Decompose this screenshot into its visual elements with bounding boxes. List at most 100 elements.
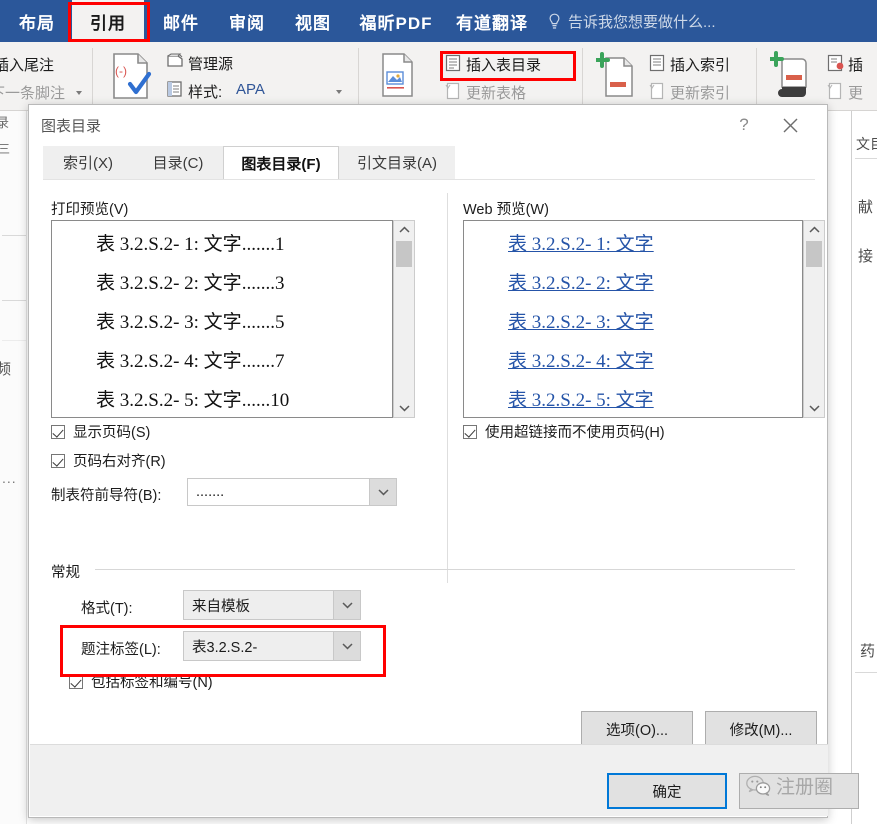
show-page-numbers-checkbox[interactable]: [51, 425, 65, 439]
ok-button[interactable]: 确定: [607, 773, 727, 809]
scroll-down-icon[interactable]: [804, 399, 824, 417]
ribbon-next-footnote[interactable]: 下一条脚注: [0, 82, 65, 103]
use-hyperlinks-row[interactable]: 使用超链接而不使用页码(H): [463, 421, 665, 442]
right-align-page-numbers-checkbox[interactable]: [51, 454, 65, 468]
scroll-down-icon[interactable]: [394, 399, 414, 417]
insert-citation-icon[interactable]: (-): [108, 51, 154, 101]
print-preview-line: 表 3.2.S.2- 1: 文字.......1: [52, 229, 392, 256]
ribbon-separator-3: [582, 48, 583, 104]
ribbon-update-index[interactable]: 更新索引: [670, 82, 730, 103]
tab-table-of-figures[interactable]: 图表目录(F): [223, 146, 339, 180]
print-entry-leader: .......: [242, 312, 275, 333]
ribbon-style-value[interactable]: APA: [236, 81, 265, 98]
ribbon-insert-table-of-figures[interactable]: 插入表目录: [466, 54, 541, 75]
print-preview-line: 表 3.2.S.2- 3: 文字.......5: [52, 307, 392, 334]
ribbon-tab-youdao[interactable]: 有道翻译: [448, 0, 536, 42]
print-entry-page: 3: [275, 273, 285, 294]
ribbon-insert-index[interactable]: 插入索引: [670, 54, 730, 75]
format-combo[interactable]: 来自模板: [183, 590, 361, 620]
manage-sources-icon[interactable]: [166, 52, 184, 69]
watermark: 注册圈: [746, 772, 833, 799]
ribbon-tab-foxit-pdf[interactable]: 福昕PDF: [350, 0, 442, 42]
format-dropdown-icon[interactable]: [333, 591, 360, 619]
ribbon-insert-endnote[interactable]: 插入尾注: [0, 54, 54, 75]
scroll-thumb[interactable]: [806, 241, 822, 267]
tab-leader-dropdown-icon[interactable]: [369, 479, 396, 505]
ribbon-insert-authorities[interactable]: 插: [848, 54, 863, 75]
next-footnote-caret-icon[interactable]: [76, 91, 82, 95]
bg-divider-right-1: [855, 158, 877, 159]
update-table-icon[interactable]: [444, 82, 462, 100]
tab-leader-combo[interactable]: .......: [187, 478, 397, 506]
web-preview-line[interactable]: 表 3.2.S.2- 5: 文字: [464, 385, 802, 412]
help-icon[interactable]: ?: [731, 113, 757, 137]
tab-toc[interactable]: 目录(C): [133, 146, 223, 179]
tell-me-box[interactable]: 告诉我您想要做什么...: [548, 0, 716, 42]
ribbon-tab-view[interactable]: 视图: [282, 0, 344, 42]
ribbon-manage-sources[interactable]: 管理源: [188, 53, 233, 74]
scroll-thumb[interactable]: [396, 241, 412, 267]
ribbon-separator-2: [358, 48, 359, 104]
print-preview-line: 表 3.2.S.2- 4: 文字.......7: [52, 346, 392, 373]
update-authorities-icon[interactable]: [826, 82, 844, 100]
web-entry-text[interactable]: 表 3.2.S.2- 3: 文字: [508, 312, 654, 333]
web-preview-line[interactable]: 表 3.2.S.2- 2: 文字: [464, 268, 802, 295]
ribbon-tab-layout[interactable]: 布局: [6, 0, 68, 42]
caption-label-combo[interactable]: 表3.2.S.2-: [183, 631, 361, 661]
wechat-icon: [746, 775, 772, 797]
ribbon-tab-references[interactable]: 引用: [72, 0, 144, 42]
insert-table-of-authorities-icon[interactable]: [826, 54, 844, 72]
web-entry-text[interactable]: 表 3.2.S.2- 4: 文字: [508, 351, 654, 372]
print-entry-page: 5: [275, 312, 285, 333]
general-group-title: 常规: [51, 561, 86, 582]
ribbon-style-label: 样式:: [188, 81, 222, 102]
modify-button[interactable]: 修改(M)...: [705, 711, 817, 747]
print-entry-leader: .......: [242, 273, 275, 294]
web-preview-line[interactable]: 表 3.2.S.2- 1: 文字: [464, 229, 802, 256]
ribbon-tab-review[interactable]: 审阅: [216, 0, 278, 42]
print-preview-line: 表 3.2.S.2- 5: 文字......10: [52, 385, 392, 412]
include-label-and-number-checkbox[interactable]: [69, 675, 83, 689]
scroll-up-icon[interactable]: [394, 221, 414, 239]
print-entry-leader: ......: [242, 390, 271, 411]
web-preview-box: 表 3.2.S.2- 1: 文字 表 3.2.S.2- 2: 文字 表 3.2.…: [463, 220, 803, 418]
right-align-page-numbers-row[interactable]: 页码右对齐(R): [51, 450, 166, 471]
tab-table-of-authorities[interactable]: 引文目录(A): [339, 146, 455, 179]
format-value: 来自模板: [184, 595, 333, 616]
mark-entry-icon[interactable]: [596, 52, 638, 100]
scroll-up-icon[interactable]: [804, 221, 824, 239]
web-preview-line[interactable]: 表 3.2.S.2- 4: 文字: [464, 346, 802, 373]
dialog-tab-strip: 索引(X) 目录(C) 图表目录(F) 引文目录(A): [43, 146, 463, 179]
web-preview-line[interactable]: 表 3.2.S.2- 3: 文字: [464, 307, 802, 334]
web-entry-text[interactable]: 表 3.2.S.2- 5: 文字: [508, 390, 654, 411]
print-entry-text: 表 3.2.S.2- 1: 文字: [96, 234, 242, 255]
web-preview-scrollbar[interactable]: [803, 220, 825, 418]
print-entry-text: 表 3.2.S.2- 3: 文字: [96, 312, 242, 333]
print-entry-page: 7: [275, 351, 285, 372]
format-label: 格式(T):: [81, 597, 133, 618]
use-hyperlinks-checkbox[interactable]: [463, 425, 477, 439]
print-preview-scrollbar[interactable]: [393, 220, 415, 418]
ribbon-update-table[interactable]: 更新表格: [466, 82, 526, 103]
tell-me-label: 告诉我您想要做什么...: [568, 11, 716, 32]
ribbon-tab-mailings[interactable]: 邮件: [150, 0, 212, 42]
close-icon[interactable]: [777, 113, 803, 137]
mark-citation-icon[interactable]: [770, 51, 816, 101]
use-hyperlinks-label: 使用超链接而不使用页码(H): [485, 421, 665, 442]
update-index-icon[interactable]: [648, 82, 666, 100]
web-entry-text[interactable]: 表 3.2.S.2- 1: 文字: [508, 234, 654, 255]
style-icon[interactable]: [166, 80, 184, 98]
tab-index[interactable]: 索引(X): [43, 146, 133, 179]
show-page-numbers-row[interactable]: 显示页码(S): [51, 421, 150, 442]
caption-label-dropdown-icon[interactable]: [333, 632, 360, 660]
insert-index-icon[interactable]: [648, 54, 666, 72]
options-button[interactable]: 选项(O)...: [581, 711, 693, 747]
insert-caption-icon[interactable]: [378, 52, 418, 100]
bg-fragment-left-dots: ...: [2, 470, 17, 486]
style-dropdown-caret-icon[interactable]: [336, 90, 342, 94]
web-entry-text[interactable]: 表 3.2.S.2- 2: 文字: [508, 273, 654, 294]
print-preview-label: 打印预览(V): [51, 198, 128, 219]
insert-table-of-figures-icon[interactable]: [444, 54, 462, 72]
ribbon-update-authorities[interactable]: 更: [848, 82, 863, 103]
include-label-and-number-row[interactable]: 包括标签和编号(N): [69, 671, 213, 692]
